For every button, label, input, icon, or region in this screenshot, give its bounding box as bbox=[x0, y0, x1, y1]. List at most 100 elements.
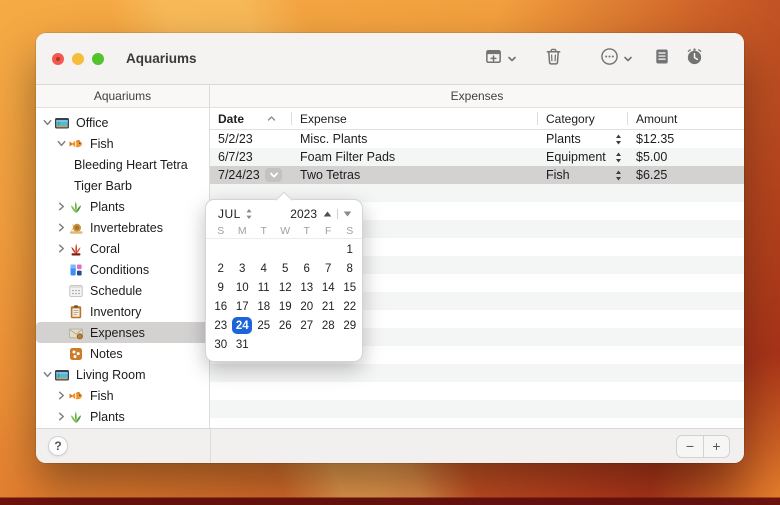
snail-icon bbox=[68, 220, 84, 236]
calendar-day-28[interactable]: 28 bbox=[318, 316, 340, 335]
disclosure-chevron-icon[interactable] bbox=[54, 390, 68, 401]
calendar-day-23[interactable]: 23 bbox=[210, 316, 232, 335]
category-stepper-icon[interactable] bbox=[615, 152, 622, 163]
sidebar-item-expenses[interactable]: Expenses bbox=[36, 322, 209, 343]
date-picker-button[interactable] bbox=[265, 168, 282, 182]
sidebar-item-plants[interactable]: Plants bbox=[36, 196, 209, 217]
calendar-day-14[interactable]: 14 bbox=[318, 278, 340, 297]
column-header-amount[interactable]: Amount bbox=[628, 108, 744, 129]
calendar-day-9[interactable]: 9 bbox=[210, 278, 232, 297]
weekday-letter: S bbox=[217, 225, 225, 237]
document-edited-dot bbox=[56, 56, 60, 61]
year-increment-icon[interactable] bbox=[323, 211, 332, 217]
column-label: Expense bbox=[300, 111, 347, 126]
sidebar-item-living-room[interactable]: Living Room bbox=[36, 364, 209, 385]
calendar-day-27[interactable]: 27 bbox=[296, 316, 318, 335]
calendar-day-6[interactable]: 6 bbox=[296, 259, 318, 278]
calendar-day-16[interactable]: 16 bbox=[210, 297, 232, 316]
month-stepper-icon[interactable] bbox=[245, 208, 253, 220]
disclosure-chevron-icon[interactable] bbox=[54, 411, 68, 422]
sidebar-item-bleeding-heart-tetra[interactable]: Bleeding Heart Tetra bbox=[36, 154, 209, 175]
delete-record-button[interactable] bbox=[545, 47, 562, 71]
calendar-day-31[interactable]: 31 bbox=[232, 335, 254, 354]
sidebar-item-plants[interactable]: Plants bbox=[36, 406, 209, 427]
close-button[interactable] bbox=[52, 52, 64, 65]
sidebar-item-fish[interactable]: Fish bbox=[36, 385, 209, 406]
column-header-expense[interactable]: Expense bbox=[292, 108, 538, 129]
calendar-day-18[interactable]: 18 bbox=[253, 297, 275, 316]
calendar-day-1[interactable]: 1 bbox=[339, 240, 361, 259]
form-view-button[interactable] bbox=[655, 48, 669, 70]
add-record-button[interactable] bbox=[484, 47, 517, 71]
calendar-day-2[interactable]: 2 bbox=[210, 259, 232, 278]
calendar-day-17[interactable]: 17 bbox=[232, 297, 254, 316]
fish-icon bbox=[68, 136, 84, 152]
more-actions-button[interactable] bbox=[600, 47, 633, 71]
disclosure-chevron-icon[interactable] bbox=[54, 243, 68, 254]
column-header-category[interactable]: Category bbox=[538, 108, 628, 129]
cell-amount: $5.00 bbox=[636, 150, 668, 164]
table-row[interactable]: 6/7/23 Foam Filter Pads Equipment $5.00 bbox=[210, 148, 744, 166]
category-value: Plants bbox=[546, 132, 581, 146]
sidebar-item-label: Office bbox=[76, 115, 109, 130]
year-decrement-icon[interactable] bbox=[343, 211, 352, 217]
calendar-day-29[interactable]: 29 bbox=[339, 316, 361, 335]
calendar-empty-cell bbox=[253, 240, 275, 259]
calendar-day-15[interactable]: 15 bbox=[339, 278, 361, 297]
minimize-button[interactable] bbox=[72, 52, 84, 65]
add-record-footer-button[interactable]: + bbox=[703, 435, 729, 457]
remove-record-button[interactable]: − bbox=[677, 436, 703, 457]
weekday-letter: W bbox=[280, 225, 291, 237]
sidebar-item-tiger-barb[interactable]: Tiger Barb bbox=[36, 175, 209, 196]
calendar-day-5[interactable]: 5 bbox=[275, 259, 297, 278]
category-stepper-icon[interactable] bbox=[615, 134, 622, 145]
record-stepper-control: − + bbox=[676, 434, 730, 458]
sidebar-item-conditions[interactable]: Conditions bbox=[36, 259, 209, 280]
disclosure-chevron-icon[interactable] bbox=[54, 201, 68, 212]
calendar-day-4[interactable]: 4 bbox=[253, 259, 275, 278]
calendar-day-13[interactable]: 13 bbox=[296, 278, 318, 297]
disclosure-chevron-icon[interactable] bbox=[40, 369, 54, 380]
sidebar-item-fish[interactable]: Fish bbox=[36, 133, 209, 154]
calendar-day-22[interactable]: 22 bbox=[339, 297, 361, 316]
sidebar-item-invertebrates[interactable]: Invertebrates bbox=[36, 217, 209, 238]
sidebar-item-office[interactable]: Office bbox=[36, 112, 209, 133]
calendar-day-3[interactable]: 3 bbox=[232, 259, 254, 278]
calendar-day-7[interactable]: 7 bbox=[318, 259, 340, 278]
calendar-day-21[interactable]: 21 bbox=[318, 297, 340, 316]
calendar-empty-cell bbox=[253, 335, 275, 354]
main-pane-header: Expenses bbox=[450, 89, 504, 103]
calendar-day-24[interactable]: 24 bbox=[232, 316, 254, 335]
help-button[interactable]: ? bbox=[48, 436, 68, 456]
disclosure-chevron-icon[interactable] bbox=[54, 222, 68, 233]
calendar-day-12[interactable]: 12 bbox=[275, 278, 297, 297]
reminders-button[interactable] bbox=[685, 47, 704, 71]
calendar-day-10[interactable]: 10 bbox=[232, 278, 254, 297]
table-row[interactable]: 5/2/23 Misc. Plants Plants $12.35 bbox=[210, 130, 744, 148]
disclosure-chevron-icon[interactable] bbox=[40, 117, 54, 128]
calendar-day-30[interactable]: 30 bbox=[210, 335, 232, 354]
calendar-empty-cell bbox=[210, 240, 232, 259]
footer-bar: ? − + bbox=[36, 428, 744, 463]
calendar-day-11[interactable]: 11 bbox=[253, 278, 275, 297]
weekday-letter: F bbox=[325, 225, 332, 237]
calendar-empty-cell bbox=[232, 240, 254, 259]
sidebar-item-notes[interactable]: Notes bbox=[36, 343, 209, 364]
table-row[interactable]: 7/24/23 Two Tetras Fish $6.25 bbox=[210, 166, 744, 184]
titlebar[interactable]: Aquariums bbox=[36, 33, 744, 85]
sidebar-item-label: Fish bbox=[90, 388, 114, 403]
calendar-day-26[interactable]: 26 bbox=[275, 316, 297, 335]
sidebar-item-inventory[interactable]: Inventory bbox=[36, 301, 209, 322]
column-header-date[interactable]: Date bbox=[210, 108, 292, 129]
sidebar-item-coral[interactable]: Coral bbox=[36, 238, 209, 259]
sidebar-item-schedule[interactable]: Schedule bbox=[36, 280, 209, 301]
calendar-day-20[interactable]: 20 bbox=[296, 297, 318, 316]
disclosure-chevron-icon[interactable] bbox=[54, 138, 68, 149]
calendar-day-19[interactable]: 19 bbox=[275, 297, 297, 316]
category-stepper-icon[interactable] bbox=[615, 170, 622, 181]
calendar-day-25[interactable]: 25 bbox=[253, 316, 275, 335]
weekday-letter: T bbox=[303, 225, 310, 237]
zoom-window-button[interactable] bbox=[92, 52, 104, 65]
column-label: Date bbox=[218, 111, 245, 126]
calendar-day-8[interactable]: 8 bbox=[339, 259, 361, 278]
